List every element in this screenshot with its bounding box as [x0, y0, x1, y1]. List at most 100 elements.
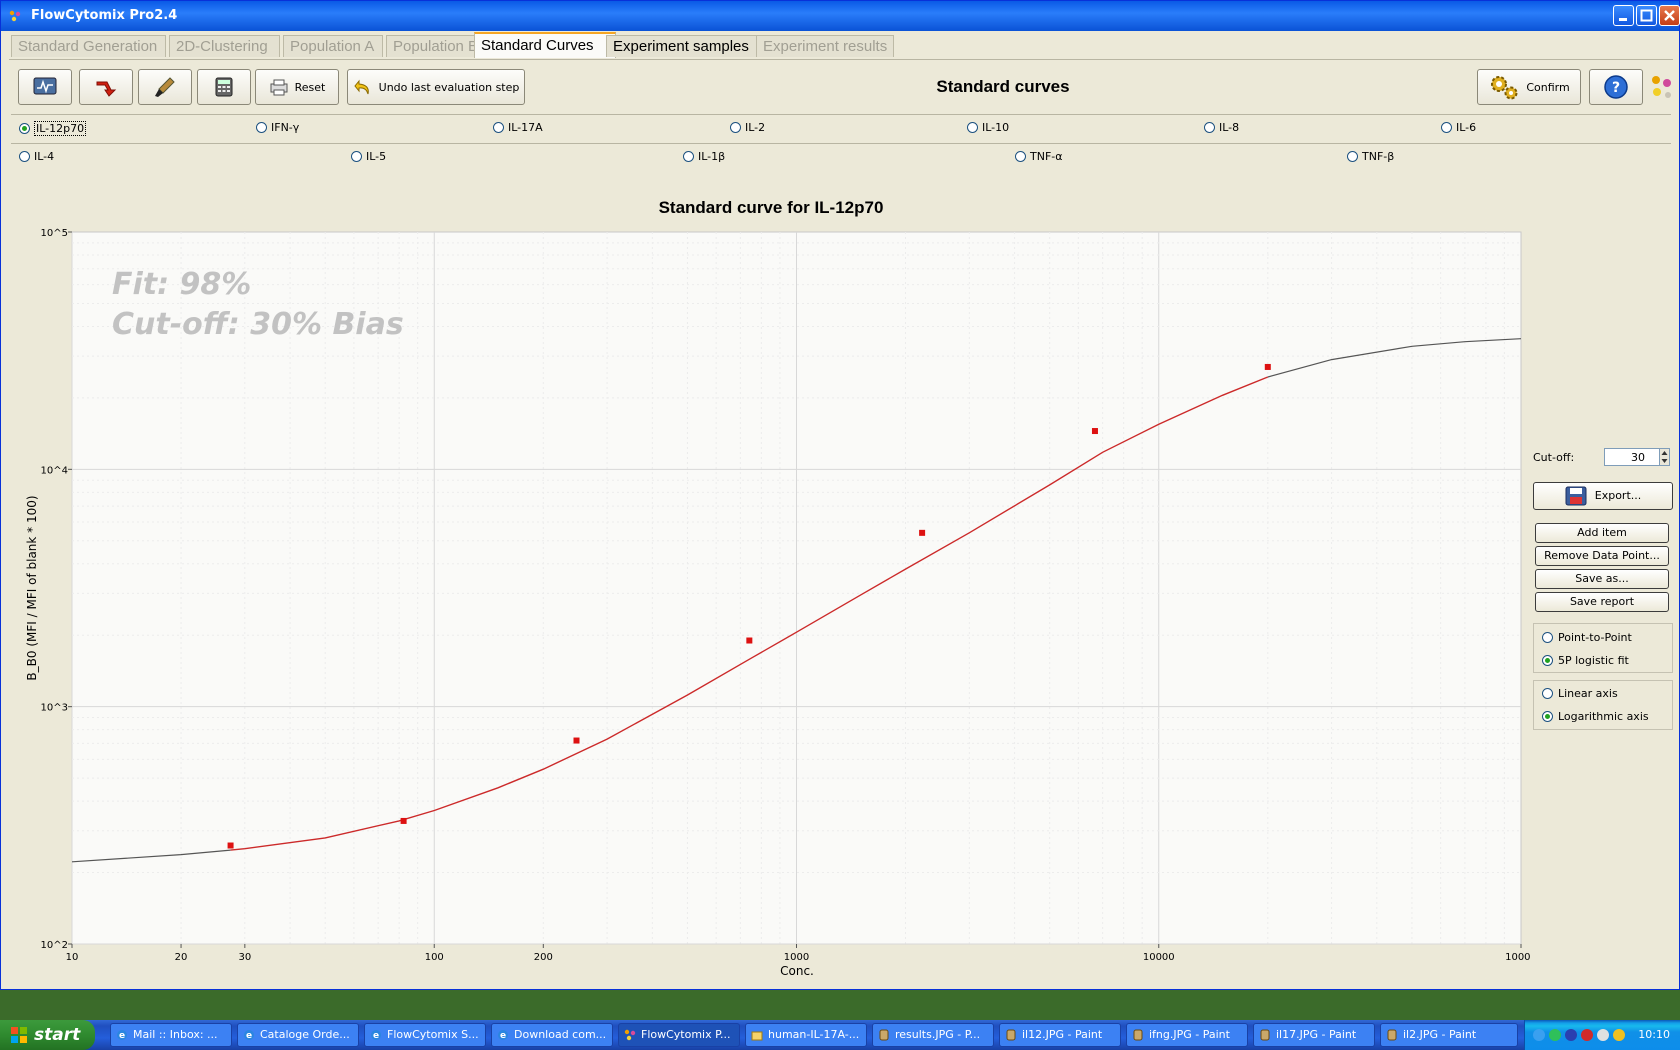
radio-indicator [1204, 122, 1215, 133]
taskbar-item[interactable]: e Cataloge Orde... [237, 1023, 359, 1047]
radio-5p-logistic-fit[interactable]: 5P logistic fit [1542, 654, 1629, 667]
tab-separator [9, 59, 1673, 60]
radio-label: IL-4 [34, 150, 55, 163]
help-button[interactable]: ? [1589, 69, 1643, 105]
radio-tnf-beta[interactable]: TNF-β [1347, 150, 1394, 163]
title-bar[interactable]: FlowCytomix Pro2.4 [1, 1, 1680, 31]
minimize-button[interactable] [1613, 5, 1634, 26]
radio-indicator [1542, 688, 1553, 699]
tab-standard-generation[interactable]: Standard Generation [11, 35, 166, 57]
minimize-icon [1619, 18, 1627, 21]
toolbar: Standard curves Reset Undo last evaluati… [11, 67, 1671, 111]
folder-icon [751, 1031, 763, 1041]
taskbar-item-label: ifng.JPG - Paint [1149, 1028, 1230, 1041]
calculator-button[interactable] [197, 69, 251, 105]
taskbar-item[interactable]: FlowCytomix P... [618, 1023, 740, 1047]
tab-standard-curves[interactable]: Standard Curves [474, 32, 616, 58]
add-item-button[interactable]: Add item [1535, 523, 1669, 543]
export-button[interactable]: Export... [1533, 482, 1673, 510]
radio-il-6[interactable]: IL-6 [1441, 121, 1476, 134]
close-button[interactable] [1659, 5, 1680, 26]
radio-ifn-gamma[interactable]: IFN-γ [256, 121, 299, 134]
radio-il-12p70[interactable]: IL-12p70 [19, 121, 87, 136]
tab-2d-clustering[interactable]: 2D-Clustering [169, 35, 280, 57]
data-point[interactable] [573, 737, 580, 744]
reset-label: Reset [294, 80, 326, 94]
security-icon[interactable] [1581, 1029, 1593, 1041]
tab-population-a[interactable]: Population A [283, 35, 383, 57]
taskbar-item-label: human-IL-17A-... [768, 1028, 860, 1041]
radio-indicator [493, 122, 504, 133]
update-icon[interactable] [1549, 1029, 1561, 1041]
radio-label: IL-2 [745, 121, 766, 134]
bluetooth-icon[interactable] [1565, 1029, 1577, 1041]
radio-label: IL-5 [366, 150, 387, 163]
radio-il-10[interactable]: IL-10 [967, 121, 1009, 134]
taskbar-item[interactable]: ifng.JPG - Paint [1126, 1023, 1248, 1047]
tab-experiment-results[interactable]: Experiment results [756, 35, 894, 57]
confirm-label: Confirm [1526, 80, 1570, 94]
monitor-button[interactable] [18, 69, 72, 105]
volume-icon[interactable] [1597, 1029, 1609, 1041]
taskbar-item-label: il2.JPG - Paint [1403, 1028, 1477, 1041]
cutoff-input[interactable]: 30 [1604, 448, 1660, 466]
confirm-button[interactable]: Confirm [1477, 69, 1581, 105]
radio-point-to-point[interactable]: Point-to-Point [1542, 631, 1632, 644]
taskbar-item[interactable]: human-IL-17A-... [745, 1023, 867, 1047]
reset-button[interactable]: Reset [255, 69, 339, 105]
alert-icon[interactable] [1613, 1029, 1625, 1041]
radio-il-2[interactable]: IL-2 [730, 121, 765, 134]
undo-button[interactable]: Undo last evaluation step [347, 69, 525, 105]
data-point[interactable] [1264, 363, 1271, 370]
radio-logarithmic-axis[interactable]: Logarithmic axis [1542, 710, 1649, 723]
start-button[interactable]: start [0, 1020, 95, 1050]
radio-indicator [19, 151, 30, 162]
back-arrow-icon [96, 81, 117, 97]
brush-button[interactable] [138, 69, 192, 105]
close-icon [1664, 10, 1675, 21]
save-as-button[interactable]: Save as... [1535, 569, 1669, 589]
maximize-icon [1640, 9, 1653, 22]
radio-label: IL-1β [698, 150, 726, 163]
radio-indicator [1347, 151, 1358, 162]
taskbar-item[interactable]: e FlowCytomix S... [364, 1023, 486, 1047]
remove-data-point-button[interactable]: Remove Data Point... [1535, 546, 1669, 566]
data-point[interactable] [746, 637, 753, 644]
tab-population-b[interactable]: Population B [386, 35, 484, 57]
taskbar-item[interactable]: e Download com... [491, 1023, 613, 1047]
radio-il-1-beta[interactable]: IL-1β [683, 150, 725, 163]
radio-label: Logarithmic axis [1558, 710, 1649, 723]
taskbar-item[interactable]: e Mail :: Inbox: ... [110, 1023, 232, 1047]
ie-icon: e [244, 1030, 254, 1041]
taskbar-item[interactable]: il17.JPG - Paint [1253, 1023, 1375, 1047]
y-tick-label: 10^5 [41, 228, 68, 239]
paint-icon [879, 1029, 889, 1041]
radio-label: 5P logistic fit [1558, 654, 1629, 667]
data-point[interactable] [919, 529, 926, 536]
export-label: Export... [1594, 489, 1642, 502]
data-point[interactable] [1091, 428, 1098, 435]
radio-label: TNF-β [1362, 150, 1395, 163]
taskbar-item-label: results.JPG - P... [895, 1028, 981, 1041]
taskbar-item[interactable]: il2.JPG - Paint [1380, 1023, 1518, 1047]
radio-label: TNF-α [1030, 150, 1063, 163]
radio-il-4[interactable]: IL-4 [19, 150, 54, 163]
taskbar-item[interactable]: results.JPG - P... [872, 1023, 994, 1047]
network-icon[interactable] [1533, 1029, 1545, 1041]
radio-il-8[interactable]: IL-8 [1204, 121, 1239, 134]
radio-il-17a[interactable]: IL-17A [493, 121, 543, 134]
data-point[interactable] [400, 817, 407, 824]
y-tick-label: 10^4 [41, 465, 68, 476]
back-arrow-button[interactable] [79, 69, 133, 105]
taskbar-item[interactable]: il12.JPG - Paint [999, 1023, 1121, 1047]
radio-linear-axis[interactable]: Linear axis [1542, 687, 1618, 700]
radio-tnf-alpha[interactable]: TNF-α [1015, 150, 1063, 163]
tab-experiment-samples[interactable]: Experiment samples [606, 35, 768, 57]
cutoff-spinner[interactable] [1659, 448, 1670, 466]
standard-curve-chart[interactable]: Standard curve for IL-12p70 10 20 30 100 200… [11, 171, 1531, 983]
gears-icon [1491, 76, 1518, 100]
save-report-button[interactable]: Save report [1535, 592, 1669, 612]
maximize-button[interactable] [1636, 5, 1657, 26]
data-point[interactable] [227, 842, 234, 849]
radio-il-5[interactable]: IL-5 [351, 150, 386, 163]
